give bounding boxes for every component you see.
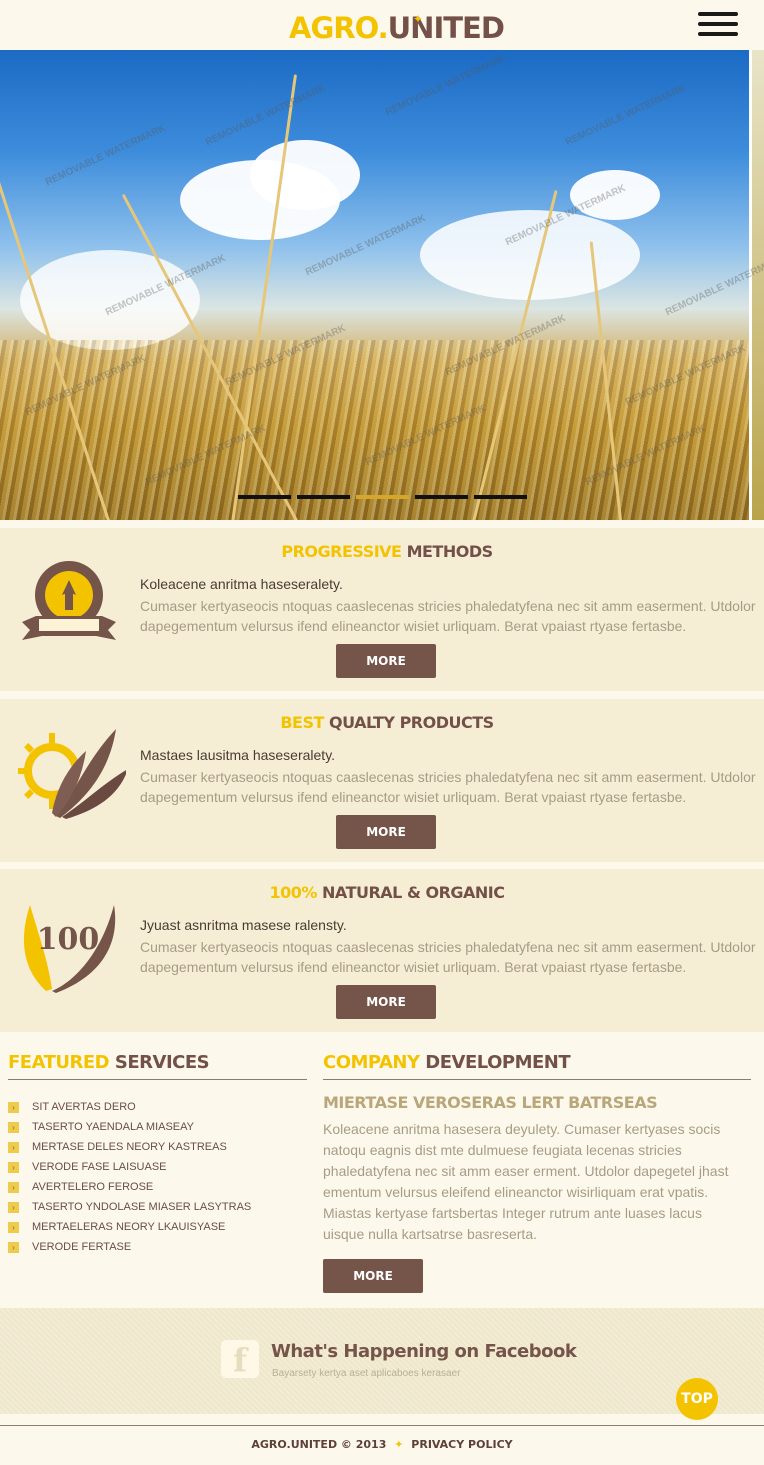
- logo-part-agro: AGRO.: [289, 11, 389, 45]
- next-slide-peek: [749, 50, 764, 520]
- chevron-right-icon: ›: [8, 1141, 19, 1153]
- slider-dot-active[interactable]: [356, 495, 409, 499]
- service-item[interactable]: › VERODE FASE LAISUASE: [8, 1157, 251, 1177]
- footer-brand: AGRO.UNITED: [251, 1438, 338, 1451]
- logo-part-united: UNITED: [387, 11, 505, 45]
- chevron-right-icon: ›: [8, 1241, 19, 1253]
- services-list: › SIT AVERTAS DERO › TASERTO YAENDALA MIAS…: [8, 1097, 251, 1257]
- chevron-right-icon: ›: [8, 1201, 19, 1213]
- feature-panel-products: BEST QUALTY PRODUCTS Mastaes lausitma ha…: [0, 699, 764, 862]
- watermark-text: REMOVABLE WATERMARK: [563, 82, 688, 149]
- site-header: AGRO.UNITED ✦: [0, 0, 764, 50]
- service-item[interactable]: › VERODE FERTASE: [8, 1237, 251, 1257]
- hero-slider[interactable]: REMOVABLE WATERMARK REMOVABLE WATERMARK RE…: [0, 50, 764, 520]
- feature-body: Cumaser kertyaseocis ntoquas caaslecenas…: [140, 939, 756, 975]
- slider-dot[interactable]: [415, 495, 468, 499]
- chevron-right-icon: ›: [8, 1221, 19, 1233]
- service-item[interactable]: › TASERTO YNDOLASE MIASER LASYTRAS: [8, 1197, 251, 1217]
- site-logo[interactable]: AGRO.UNITED ✦: [289, 11, 505, 45]
- feature-heading: Koleacene anritma haseseralety.: [140, 576, 343, 592]
- privacy-policy-link[interactable]: PRIVACY POLICY: [411, 1438, 512, 1451]
- more-button[interactable]: MORE: [336, 985, 436, 1019]
- facebook-title[interactable]: What's Happening on Facebook: [271, 1341, 577, 1362]
- feature-heading: Jyuast asnritma masese ralensty.: [140, 917, 347, 933]
- development-title: COMPANY DEVELOPMENT: [323, 1052, 751, 1080]
- slider-dot[interactable]: [238, 495, 291, 499]
- feature-body: Cumaser kertyaseocis ntoquas caaslecenas…: [140, 598, 756, 634]
- chevron-right-icon: ›: [8, 1121, 19, 1133]
- hero-cloud: [250, 140, 360, 210]
- service-item[interactable]: › MERTAELERAS NEORY LKAUISYASE: [8, 1217, 251, 1237]
- slider-pagination: [238, 495, 527, 499]
- services-title: FEATURED SERVICES: [8, 1052, 307, 1080]
- chevron-right-icon: ›: [8, 1181, 19, 1193]
- sun-wheat-icon: [18, 729, 126, 819]
- watermark-text: REMOVABLE WATERMARK: [203, 82, 328, 149]
- footer-wheat-icon: ✦: [394, 1438, 404, 1451]
- feature-panel-organic: 100% NATURAL & ORGANIC 100 Jyuast asnrit…: [0, 869, 764, 1032]
- site-footer: AGRO.UNITED © 2013 ✦ PRIVACY POLICY: [0, 1438, 764, 1451]
- footer-divider: [0, 1425, 764, 1426]
- more-button[interactable]: MORE: [323, 1259, 423, 1293]
- chevron-right-icon: ›: [8, 1161, 19, 1173]
- development-body: Koleacene anritma hasesera deyulety. Cum…: [323, 1121, 729, 1242]
- development-subtitle: MIERTASE VEROSERAS LERT BATRSEAS: [323, 1093, 658, 1112]
- wheat-100-icon: 100: [23, 905, 116, 993]
- watermark-text: REMOVABLE WATERMARK: [43, 122, 168, 189]
- windmill-badge-icon: [22, 561, 116, 640]
- logo-wheat-icon: ✦: [413, 12, 423, 26]
- wheat-100-text: 100: [37, 922, 100, 957]
- feature-body: Cumaser kertyaseocis ntoquas caaslecenas…: [140, 769, 756, 805]
- feature-panel-methods: PROGRESSIVE METHODS Koleacene anritma ha…: [0, 528, 764, 691]
- watermark-text: REMOVABLE WATERMARK: [383, 52, 508, 119]
- facebook-subtitle: Bayarsety kertya aset aplicaboes kerasae…: [272, 1368, 461, 1379]
- feature-heading: Mastaes lausitma haseseralety.: [140, 747, 336, 763]
- more-button[interactable]: MORE: [336, 815, 436, 849]
- hamburger-menu-icon[interactable]: [698, 12, 740, 38]
- slider-dot[interactable]: [474, 495, 527, 499]
- slider-dot[interactable]: [297, 495, 350, 499]
- facebook-icon[interactable]: f: [221, 1340, 259, 1379]
- scroll-top-button[interactable]: TOP: [676, 1378, 718, 1420]
- service-item[interactable]: › SIT AVERTAS DERO: [8, 1097, 251, 1117]
- footer-copyright: © 2013: [340, 1438, 387, 1451]
- service-item[interactable]: › AVERTELERO FEROSE: [8, 1177, 251, 1197]
- chevron-right-icon: ›: [8, 1101, 19, 1113]
- service-item[interactable]: › TASERTO YAENDALA MIASEAY: [8, 1117, 251, 1137]
- service-item[interactable]: › MERTASE DELES NEORY KASTREAS: [8, 1137, 251, 1157]
- more-button[interactable]: MORE: [336, 644, 436, 678]
